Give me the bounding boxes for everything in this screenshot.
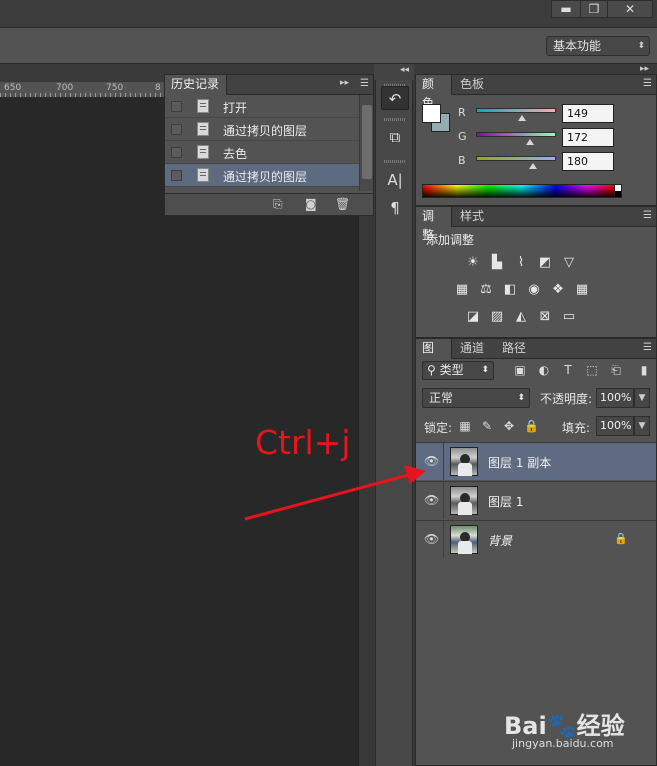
annotation-arrow	[244, 465, 426, 521]
baidu-logo: Bai🐾经验	[504, 712, 625, 740]
arrow-shaft	[244, 472, 413, 521]
watermark-url: jingyan.baidu.com	[512, 737, 614, 750]
arrow-head	[404, 465, 426, 484]
baidu-jingyan-watermark: Bai🐾经验 jingyan.baidu.com	[500, 700, 650, 760]
shortcut-annotation: Ctrl+j	[255, 423, 351, 462]
